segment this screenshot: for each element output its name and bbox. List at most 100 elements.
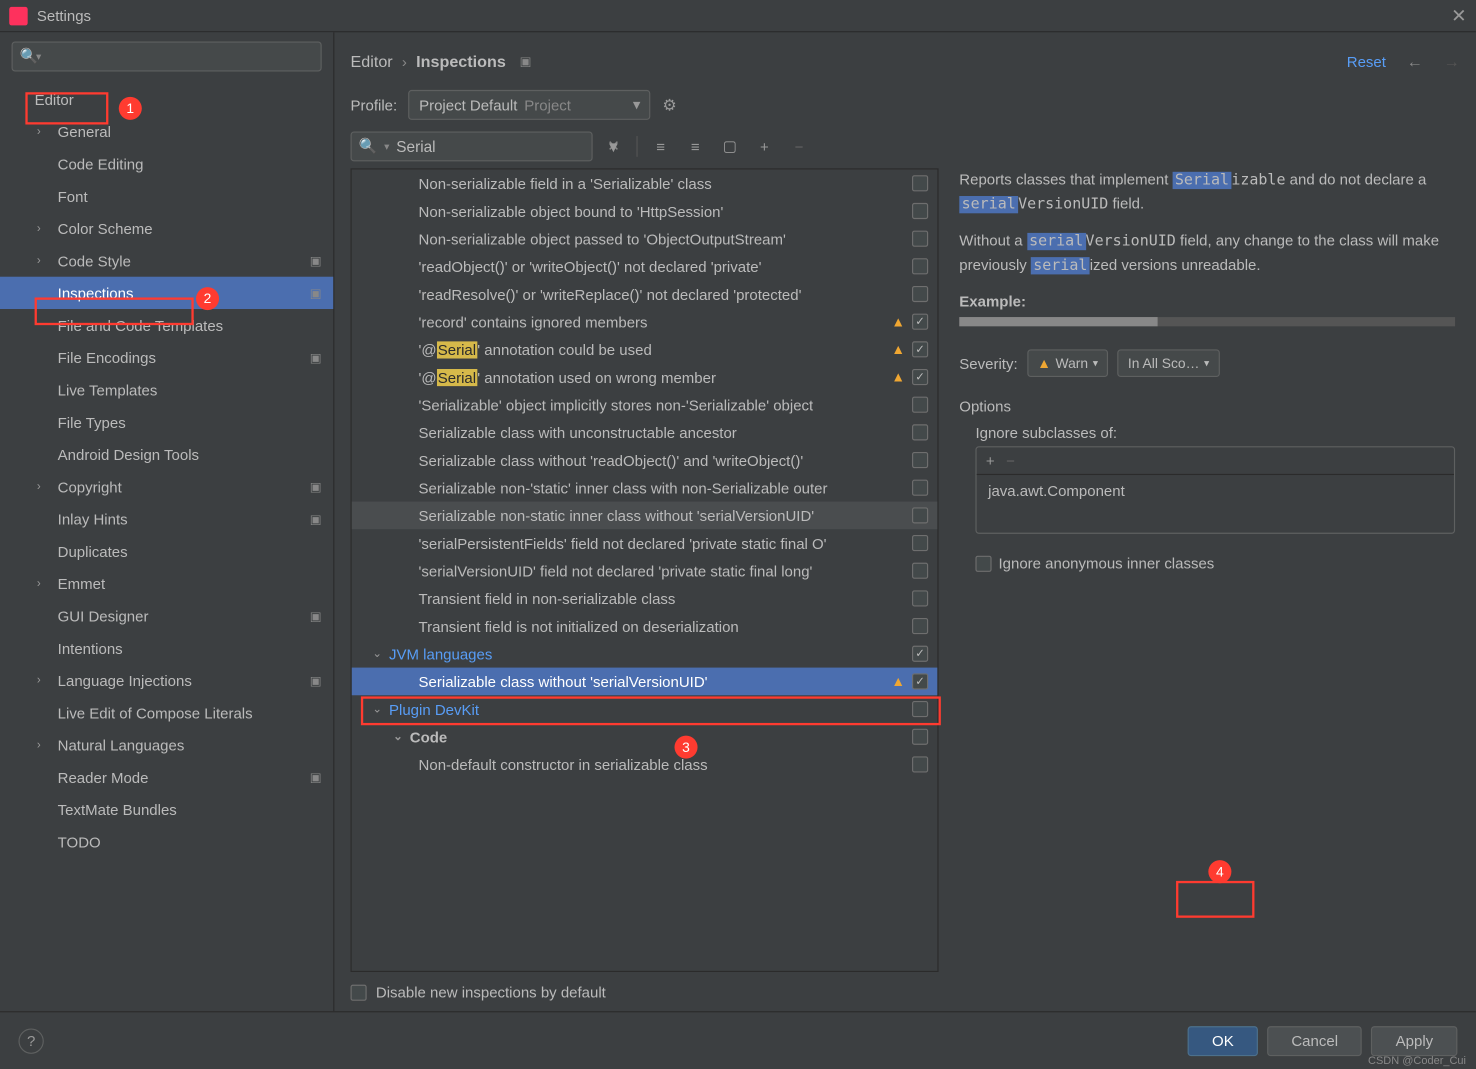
sidebar-item-live-templates[interactable]: Live Templates	[0, 374, 333, 406]
sidebar-item-textmate-bundles[interactable]: TextMate Bundles	[0, 793, 333, 825]
tree-checkbox[interactable]	[912, 756, 928, 772]
titlebar: Settings ✕	[0, 0, 1476, 32]
chevron-right-icon: ›	[37, 222, 41, 235]
tree-checkbox[interactable]	[912, 673, 928, 689]
tree-row[interactable]: Serializable class without 'readObject()…	[352, 446, 938, 474]
tree-checkbox[interactable]	[912, 563, 928, 579]
collapse-icon[interactable]: ≡	[681, 133, 709, 161]
tree-row[interactable]: Serializable class with unconstructable …	[352, 419, 938, 447]
tree-row[interactable]: Transient field is not initialized on de…	[352, 612, 938, 640]
help-icon[interactable]: ?	[18, 1028, 43, 1053]
tree-checkbox[interactable]	[912, 618, 928, 634]
tree-row[interactable]: Serializable class without 'serialVersio…	[352, 668, 938, 696]
ignore-anon-checkbox[interactable]	[975, 555, 991, 571]
tree-row[interactable]: 'record' contains ignored members▲	[352, 308, 938, 336]
example-scrollbar[interactable]	[959, 317, 1455, 326]
sidebar-item-file-types[interactable]: File Types	[0, 406, 333, 438]
tree-checkbox[interactable]	[912, 231, 928, 247]
expand-icon[interactable]: ≡	[647, 133, 675, 161]
inspection-search[interactable]: 🔍▾ ✕	[351, 131, 593, 161]
tree-row[interactable]: Serializable non-static inner class with…	[352, 502, 938, 530]
tree-row[interactable]: Non-serializable field in a 'Serializabl…	[352, 169, 938, 197]
sidebar-item-code-style[interactable]: ›Code Style▣	[0, 244, 333, 276]
tree-row[interactable]: ⌄JVM languages	[352, 640, 938, 668]
tree-checkbox[interactable]	[912, 590, 928, 606]
sidebar-item-file-and-code-templates[interactable]: File and Code Templates	[0, 309, 333, 341]
tree-row[interactable]: 'Serializable' object implicitly stores …	[352, 391, 938, 419]
cancel-button[interactable]: Cancel	[1267, 1026, 1362, 1056]
sidebar-item-emmet[interactable]: ›Emmet	[0, 567, 333, 599]
disable-new-checkbox[interactable]	[351, 984, 367, 1000]
tree-checkbox[interactable]	[912, 452, 928, 468]
severity-select[interactable]: ▲Warn▾	[1027, 349, 1108, 377]
tree-row-label: Serializable non-'static' inner class wi…	[419, 479, 828, 496]
sidebar-item-editor[interactable]: Editor	[0, 83, 333, 115]
tree-checkbox[interactable]	[912, 203, 928, 219]
sidebar-item-inspections[interactable]: Inspections▣	[0, 277, 333, 309]
sidebar-item-live-edit-of-compose-literals[interactable]: Live Edit of Compose Literals	[0, 696, 333, 728]
tree-checkbox[interactable]	[912, 507, 928, 523]
tree-row[interactable]: '@Serial' annotation could be used▲	[352, 336, 938, 364]
tree-row[interactable]: '@Serial' annotation used on wrong membe…	[352, 363, 938, 391]
sidebar-item-intentions[interactable]: Intentions	[0, 632, 333, 664]
breadcrumb-editor[interactable]: Editor	[351, 52, 393, 70]
tree-checkbox[interactable]	[912, 397, 928, 413]
filter-icon[interactable]: ▼	[600, 133, 628, 161]
profile-select[interactable]: Project Default Project	[409, 90, 651, 120]
sidebar-item-color-scheme[interactable]: ›Color Scheme	[0, 212, 333, 244]
sidebar-item-label: Live Edit of Compose Literals	[58, 704, 253, 721]
tree-row[interactable]: Non-default constructor in serializable …	[352, 751, 938, 779]
sidebar-item-copyright[interactable]: ›Copyright▣	[0, 470, 333, 502]
gear-icon[interactable]: ⚙	[662, 95, 676, 115]
tree-row[interactable]: 'readObject()' or 'writeObject()' not de…	[352, 253, 938, 281]
sidebar-item-duplicates[interactable]: Duplicates	[0, 535, 333, 567]
tree-checkbox[interactable]	[912, 369, 928, 385]
inspection-tree[interactable]: Non-serializable field in a 'Serializabl…	[351, 168, 939, 972]
sidebar-item-label: Editor	[35, 91, 74, 108]
tree-checkbox[interactable]	[912, 424, 928, 440]
sidebar-item-inlay-hints[interactable]: Inlay Hints▣	[0, 503, 333, 535]
tree-row[interactable]: ⌄Plugin DevKit	[352, 695, 938, 723]
close-icon[interactable]: ✕	[1451, 4, 1466, 27]
nav-back-icon[interactable]: ←	[1407, 52, 1423, 70]
ok-button[interactable]: OK	[1188, 1026, 1258, 1056]
tree-checkbox[interactable]	[912, 646, 928, 662]
tree-row[interactable]: 'serialPersistentFields' field not decla…	[352, 529, 938, 557]
remove-icon: −	[785, 133, 813, 161]
apply-button[interactable]: Apply	[1371, 1026, 1457, 1056]
tree-row[interactable]: Transient field in non-serializable clas…	[352, 585, 938, 613]
sidebar-item-code-editing[interactable]: Code Editing	[0, 148, 333, 180]
tree-checkbox[interactable]	[912, 286, 928, 302]
tree-row[interactable]: ⌄Code	[352, 723, 938, 751]
sidebar-item-language-injections[interactable]: ›Language Injections▣	[0, 664, 333, 696]
tree-checkbox[interactable]	[912, 729, 928, 745]
scope-select[interactable]: In All Sco…▾	[1118, 349, 1220, 377]
tree-checkbox[interactable]	[912, 480, 928, 496]
tree-row[interactable]: Non-serializable object bound to 'HttpSe…	[352, 197, 938, 225]
view-icon[interactable]: ▢	[716, 133, 744, 161]
reset-link[interactable]: Reset	[1347, 52, 1386, 69]
sidebar-item-natural-languages[interactable]: ›Natural Languages	[0, 729, 333, 761]
tree-checkbox[interactable]	[912, 341, 928, 357]
tree-checkbox[interactable]	[912, 701, 928, 717]
tree-checkbox[interactable]	[912, 175, 928, 191]
sidebar-item-reader-mode[interactable]: Reader Mode▣	[0, 761, 333, 793]
search-input[interactable]	[396, 138, 600, 155]
add-icon[interactable]: +	[751, 133, 779, 161]
sidebar-search[interactable]: 🔍▾	[12, 42, 322, 72]
sidebar-item-gui-designer[interactable]: GUI Designer▣	[0, 600, 333, 632]
tree-row[interactable]: 'serialVersionUID' field not declared 'p…	[352, 557, 938, 585]
tree-row[interactable]: Non-serializable object passed to 'Objec…	[352, 225, 938, 253]
add-subclass-icon[interactable]: +	[986, 452, 995, 469]
sidebar-item-file-encodings[interactable]: File Encodings▣	[0, 341, 333, 373]
tree-checkbox[interactable]	[912, 258, 928, 274]
tree-checkbox[interactable]	[912, 535, 928, 551]
tree-checkbox[interactable]	[912, 314, 928, 330]
tree-row[interactable]: Serializable non-'static' inner class wi…	[352, 474, 938, 502]
sidebar-item-general[interactable]: ›General	[0, 115, 333, 147]
sidebar-item-font[interactable]: Font	[0, 180, 333, 212]
sidebar-item-android-design-tools[interactable]: Android Design Tools	[0, 438, 333, 470]
tree-row[interactable]: 'readResolve()' or 'writeReplace()' not …	[352, 280, 938, 308]
sidebar-item-todo[interactable]: TODO	[0, 826, 333, 858]
subclass-list[interactable]: java.awt.Component	[977, 475, 1454, 533]
